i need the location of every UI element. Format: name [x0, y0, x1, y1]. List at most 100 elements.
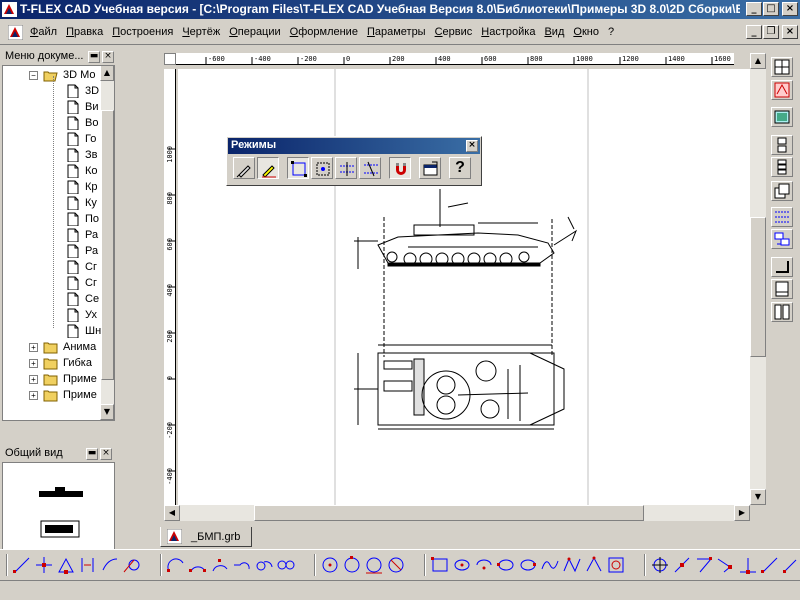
- close-button[interactable]: ×: [782, 2, 798, 16]
- node-intersect-button[interactable]: [694, 555, 714, 575]
- select-cross-button[interactable]: [359, 157, 381, 179]
- arc-tangent-button[interactable]: [232, 555, 252, 575]
- menu-item-0[interactable]: Файл: [30, 26, 57, 38]
- tree-item[interactable]: Ви: [65, 99, 101, 115]
- arc-button[interactable]: [166, 555, 186, 575]
- tree-item[interactable]: Се: [65, 291, 101, 307]
- tree-item[interactable]: Зв: [65, 147, 101, 163]
- parallel-line-button[interactable]: [78, 555, 98, 575]
- maximize-button[interactable]: □: [763, 2, 779, 16]
- view-page-button[interactable]: [771, 107, 793, 127]
- menu-item-6[interactable]: Параметры: [367, 26, 426, 38]
- ellipse-arc-button[interactable]: [474, 555, 494, 575]
- view-cascade-button[interactable]: [771, 181, 793, 201]
- mdi-minimize-button[interactable]: _: [746, 25, 762, 39]
- two-circles-button[interactable]: [276, 555, 296, 575]
- circle-tangent-button[interactable]: [364, 555, 384, 575]
- spline-button[interactable]: [540, 555, 560, 575]
- help-button[interactable]: ?: [449, 157, 471, 179]
- tree-item[interactable]: Ух: [65, 307, 101, 323]
- tree-item[interactable]: Сг: [65, 259, 101, 275]
- line-button[interactable]: [12, 555, 32, 575]
- tree-item[interactable]: Ра: [65, 227, 101, 243]
- circle-center-button[interactable]: [320, 555, 340, 575]
- view-3d-button[interactable]: [771, 80, 793, 100]
- expand-icon[interactable]: +: [29, 359, 38, 368]
- overview-close-button[interactable]: ×: [100, 448, 112, 460]
- angle-line-button[interactable]: [56, 555, 76, 575]
- pen-pick-button[interactable]: [233, 157, 255, 179]
- expand-icon[interactable]: +: [29, 375, 38, 384]
- scroll-thumb[interactable]: [101, 110, 114, 380]
- document-tab[interactable]: _БМП.grb: [160, 527, 252, 547]
- sync-views-button[interactable]: [771, 229, 793, 249]
- tree-item[interactable]: Го: [65, 131, 101, 147]
- select-grid-button[interactable]: [335, 157, 357, 179]
- arc-three-points-button[interactable]: [210, 555, 230, 575]
- tree-item[interactable]: Ра: [65, 243, 101, 259]
- polyline-button[interactable]: [562, 555, 582, 575]
- ellipse-points-button[interactable]: [496, 555, 516, 575]
- contour-button[interactable]: [584, 555, 604, 575]
- view-split-button[interactable]: [771, 135, 793, 155]
- menu-item-11[interactable]: ?: [608, 26, 614, 38]
- ellipse-tangent-button[interactable]: [518, 555, 538, 575]
- node-angle-button[interactable]: [716, 555, 736, 575]
- menu-item-4[interactable]: Операции: [229, 26, 280, 38]
- canvas-scroll-down-button[interactable]: ▼: [750, 489, 766, 505]
- node-offset-button[interactable]: [760, 555, 780, 575]
- menu-item-3[interactable]: Чертёж: [182, 26, 220, 38]
- tree-item[interactable]: Ко: [65, 163, 101, 179]
- tree-item[interactable]: Сг: [65, 275, 101, 291]
- tree-item[interactable]: Кр: [65, 179, 101, 195]
- overview-canvas[interactable]: [2, 462, 115, 550]
- menu-item-5[interactable]: Оформление: [290, 26, 358, 38]
- menu-item-1[interactable]: Правка: [66, 26, 103, 38]
- scroll-up-button[interactable]: ▲: [100, 66, 114, 81]
- panel-close-button[interactable]: ×: [102, 51, 114, 63]
- overview-minimize-button[interactable]: ▬: [86, 448, 98, 460]
- arc-circle-button[interactable]: [254, 555, 274, 575]
- canvas-scroll-right-button[interactable]: ▶: [734, 505, 750, 521]
- expand-icon[interactable]: +: [29, 343, 38, 352]
- modes-toolbar-caption[interactable]: Режимы ×: [228, 138, 480, 154]
- tree-item[interactable]: По: [65, 211, 101, 227]
- arc-two-points-button[interactable]: [188, 555, 208, 575]
- rectangle-button[interactable]: [430, 555, 450, 575]
- select-points-button[interactable]: [311, 157, 333, 179]
- magnet-button[interactable]: [389, 157, 411, 179]
- node-button[interactable]: [650, 555, 670, 575]
- circle-line-button[interactable]: [122, 555, 142, 575]
- fillet-button[interactable]: [606, 555, 626, 575]
- pen-edit-button[interactable]: [257, 157, 279, 179]
- two-pages-button[interactable]: [771, 302, 793, 322]
- circle-point-button[interactable]: [342, 555, 362, 575]
- menu-item-9[interactable]: Вид: [544, 26, 564, 38]
- menu-item-8[interactable]: Настройка: [481, 26, 535, 38]
- minimize-button[interactable]: _: [746, 2, 762, 16]
- ellipse-button[interactable]: [452, 555, 472, 575]
- drawing-canvas[interactable]: [178, 69, 750, 505]
- collapse-icon[interactable]: −: [29, 71, 38, 80]
- canvas-vertical-scrollbar[interactable]: ▲ ▼: [750, 53, 766, 505]
- document-icon[interactable]: [8, 25, 23, 40]
- node-perpendicular-button[interactable]: [738, 555, 758, 575]
- tangent-line-button[interactable]: [100, 555, 120, 575]
- panel-minimize-button[interactable]: ▬: [88, 51, 100, 63]
- cross-lines-button[interactable]: [34, 555, 54, 575]
- menu-item-2[interactable]: Построения: [112, 26, 173, 38]
- canvas-hscroll-thumb[interactable]: [254, 505, 644, 521]
- node-line-button[interactable]: [672, 555, 692, 575]
- canvas-scroll-up-button[interactable]: ▲: [750, 53, 766, 69]
- scroll-down-button[interactable]: ▼: [100, 404, 114, 420]
- corner-snap-button[interactable]: [771, 257, 793, 277]
- modes-toolbar-close-button[interactable]: ×: [466, 140, 478, 152]
- menu-item-10[interactable]: Окно: [573, 26, 599, 38]
- expand-icon[interactable]: +: [29, 391, 38, 400]
- select-frame-button[interactable]: [287, 157, 309, 179]
- mdi-restore-button[interactable]: ❐: [763, 25, 779, 39]
- tree-scrollbar[interactable]: ▲ ▼: [100, 66, 114, 420]
- circle-three-button[interactable]: [386, 555, 406, 575]
- tree-item[interactable]: 3D: [65, 83, 101, 99]
- canvas-scroll-left-button[interactable]: ◀: [164, 505, 180, 521]
